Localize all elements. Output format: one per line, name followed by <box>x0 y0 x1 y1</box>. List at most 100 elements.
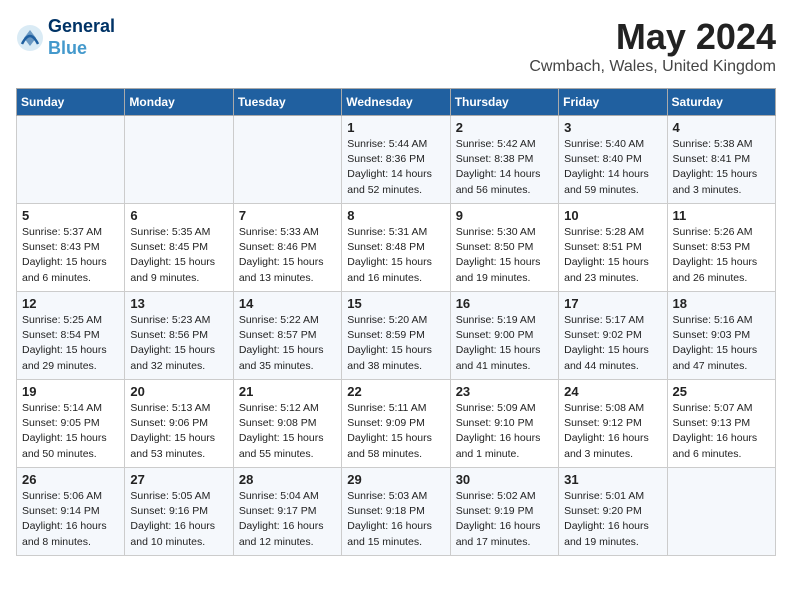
cell-content: Sunrise: 5:44 AMSunset: 8:36 PMDaylight:… <box>347 137 444 198</box>
day-number: 3 <box>564 120 661 135</box>
day-number: 29 <box>347 472 444 487</box>
day-number: 28 <box>239 472 336 487</box>
day-number: 2 <box>456 120 553 135</box>
weekday-header-cell: Thursday <box>450 89 558 116</box>
weekday-header-cell: Monday <box>125 89 233 116</box>
calendar-cell: 17Sunrise: 5:17 AMSunset: 9:02 PMDayligh… <box>559 292 667 380</box>
calendar-cell: 11 Sunrise: 5:26 AMSunset: 8:53 PMDayligh… <box>667 204 775 292</box>
calendar-cell: 8 Sunrise: 5:31 AMSunset: 8:48 PMDaylight… <box>342 204 450 292</box>
weekday-header-cell: Friday <box>559 89 667 116</box>
day-number: 18 <box>673 296 770 311</box>
cell-content: Sunrise: 5:31 AMSunset: 8:48 PMDaylight:… <box>347 225 444 286</box>
day-number: 15 <box>347 296 444 311</box>
cell-content: Sunrise: 5:30 AMSunset: 8:50 PMDaylight:… <box>456 225 553 286</box>
calendar-cell: 20Sunrise: 5:13 AMSunset: 9:06 PMDayligh… <box>125 380 233 468</box>
day-number: 16 <box>456 296 553 311</box>
day-number: 17 <box>564 296 661 311</box>
page-header: General Blue May 2024 Cwmbach, Wales, Un… <box>16 16 776 76</box>
calendar-cell: 21Sunrise: 5:12 AMSunset: 9:08 PMDayligh… <box>233 380 341 468</box>
cell-content: Sunrise: 5:03 AMSunset: 9:18 PMDaylight:… <box>347 489 444 550</box>
day-number: 11 <box>673 208 770 223</box>
calendar-cell: 29 Sunrise: 5:03 AMSunset: 9:18 PMDayligh… <box>342 468 450 556</box>
calendar-cell: 2Sunrise: 5:42 AMSunset: 8:38 PMDaylight… <box>450 116 558 204</box>
logo: General Blue <box>16 16 115 59</box>
cell-content: Sunrise: 5:01 AMSunset: 9:20 PMDaylight:… <box>564 489 661 550</box>
cell-content: Sunrise: 5:19 AMSunset: 9:00 PMDaylight:… <box>456 313 553 374</box>
cell-content: Sunrise: 5:28 AMSunset: 8:51 PMDaylight:… <box>564 225 661 286</box>
day-number: 27 <box>130 472 227 487</box>
calendar-cell <box>667 468 775 556</box>
day-number: 9 <box>456 208 553 223</box>
weekday-header-cell: Sunday <box>17 89 125 116</box>
calendar-cell: 10 Sunrise: 5:28 AMSunset: 8:51 PMDayligh… <box>559 204 667 292</box>
calendar-cell: 24 Sunrise: 5:08 AMSunset: 9:12 PMDayligh… <box>559 380 667 468</box>
calendar-week-row: 5 Sunrise: 5:37 AMSunset: 8:43 PMDaylight… <box>17 204 776 292</box>
weekday-header-cell: Wednesday <box>342 89 450 116</box>
calendar-cell: 14Sunrise: 5:22 AMSunset: 8:57 PMDayligh… <box>233 292 341 380</box>
calendar-week-row: 26Sunrise: 5:06 AMSunset: 9:14 PMDayligh… <box>17 468 776 556</box>
calendar-cell: 27 Sunrise: 5:05 AMSunset: 9:16 PMDayligh… <box>125 468 233 556</box>
calendar-cell: 28 Sunrise: 5:04 AMSunset: 9:17 PMDayligh… <box>233 468 341 556</box>
day-number: 14 <box>239 296 336 311</box>
day-number: 7 <box>239 208 336 223</box>
calendar-cell: 13Sunrise: 5:23 AMSunset: 8:56 PMDayligh… <box>125 292 233 380</box>
calendar-cell: 23 Sunrise: 5:09 AMSunset: 9:10 PMDayligh… <box>450 380 558 468</box>
cell-content: Sunrise: 5:06 AMSunset: 9:14 PMDaylight:… <box>22 489 119 550</box>
calendar-cell: 19 Sunrise: 5:14 AMSunset: 9:05 PMDayligh… <box>17 380 125 468</box>
weekday-header-row: SundayMondayTuesdayWednesdayThursdayFrid… <box>17 89 776 116</box>
day-number: 22 <box>347 384 444 399</box>
calendar-week-row: 19 Sunrise: 5:14 AMSunset: 9:05 PMDayligh… <box>17 380 776 468</box>
calendar-cell: 31 Sunrise: 5:01 AMSunset: 9:20 PMDayligh… <box>559 468 667 556</box>
calendar-week-row: 12Sunrise: 5:25 AMSunset: 8:54 PMDayligh… <box>17 292 776 380</box>
day-number: 19 <box>22 384 119 399</box>
day-number: 20 <box>130 384 227 399</box>
day-number: 12 <box>22 296 119 311</box>
month-title: May 2024 <box>529 16 776 58</box>
calendar-table: SundayMondayTuesdayWednesdayThursdayFrid… <box>16 88 776 556</box>
logo-line1: General <box>48 16 115 38</box>
cell-content: Sunrise: 5:16 AMSunset: 9:03 PMDaylight:… <box>673 313 770 374</box>
calendar-cell: 5 Sunrise: 5:37 AMSunset: 8:43 PMDaylight… <box>17 204 125 292</box>
cell-content: Sunrise: 5:38 AMSunset: 8:41 PMDaylight:… <box>673 137 770 198</box>
calendar-cell <box>125 116 233 204</box>
calendar-cell <box>17 116 125 204</box>
calendar-week-row: 1 Sunrise: 5:44 AMSunset: 8:36 PMDaylight… <box>17 116 776 204</box>
day-number: 25 <box>673 384 770 399</box>
day-number: 8 <box>347 208 444 223</box>
calendar-cell <box>233 116 341 204</box>
cell-content: Sunrise: 5:04 AMSunset: 9:17 PMDaylight:… <box>239 489 336 550</box>
day-number: 4 <box>673 120 770 135</box>
calendar-cell: 25 Sunrise: 5:07 AMSunset: 9:13 PMDayligh… <box>667 380 775 468</box>
cell-content: Sunrise: 5:08 AMSunset: 9:12 PMDaylight:… <box>564 401 661 462</box>
day-number: 23 <box>456 384 553 399</box>
calendar-cell: 15 Sunrise: 5:20 AMSunset: 8:59 PMDayligh… <box>342 292 450 380</box>
day-number: 31 <box>564 472 661 487</box>
cell-content: Sunrise: 5:26 AMSunset: 8:53 PMDaylight:… <box>673 225 770 286</box>
cell-content: Sunrise: 5:05 AMSunset: 9:16 PMDaylight:… <box>130 489 227 550</box>
day-number: 6 <box>130 208 227 223</box>
cell-content: Sunrise: 5:09 AMSunset: 9:10 PMDaylight:… <box>456 401 553 462</box>
cell-content: Sunrise: 5:02 AMSunset: 9:19 PMDaylight:… <box>456 489 553 550</box>
location: Cwmbach, Wales, United Kingdom <box>529 58 776 76</box>
day-number: 5 <box>22 208 119 223</box>
day-number: 1 <box>347 120 444 135</box>
weekday-header-cell: Saturday <box>667 89 775 116</box>
calendar-cell: 18 Sunrise: 5:16 AMSunset: 9:03 PMDayligh… <box>667 292 775 380</box>
calendar-cell: 1 Sunrise: 5:44 AMSunset: 8:36 PMDaylight… <box>342 116 450 204</box>
weekday-header-cell: Tuesday <box>233 89 341 116</box>
cell-content: Sunrise: 5:37 AMSunset: 8:43 PMDaylight:… <box>22 225 119 286</box>
cell-content: Sunrise: 5:14 AMSunset: 9:05 PMDaylight:… <box>22 401 119 462</box>
day-number: 24 <box>564 384 661 399</box>
calendar-cell: 9 Sunrise: 5:30 AMSunset: 8:50 PMDaylight… <box>450 204 558 292</box>
calendar-cell: 3Sunrise: 5:40 AMSunset: 8:40 PMDaylight… <box>559 116 667 204</box>
day-number: 10 <box>564 208 661 223</box>
cell-content: Sunrise: 5:07 AMSunset: 9:13 PMDaylight:… <box>673 401 770 462</box>
calendar-cell: 22Sunrise: 5:11 AMSunset: 9:09 PMDayligh… <box>342 380 450 468</box>
cell-content: Sunrise: 5:20 AMSunset: 8:59 PMDaylight:… <box>347 313 444 374</box>
cell-content: Sunrise: 5:23 AMSunset: 8:56 PMDaylight:… <box>130 313 227 374</box>
calendar-cell: 12Sunrise: 5:25 AMSunset: 8:54 PMDayligh… <box>17 292 125 380</box>
cell-content: Sunrise: 5:35 AMSunset: 8:45 PMDaylight:… <box>130 225 227 286</box>
calendar-cell: 6 Sunrise: 5:35 AMSunset: 8:45 PMDaylight… <box>125 204 233 292</box>
day-number: 30 <box>456 472 553 487</box>
cell-content: Sunrise: 5:33 AMSunset: 8:46 PMDaylight:… <box>239 225 336 286</box>
